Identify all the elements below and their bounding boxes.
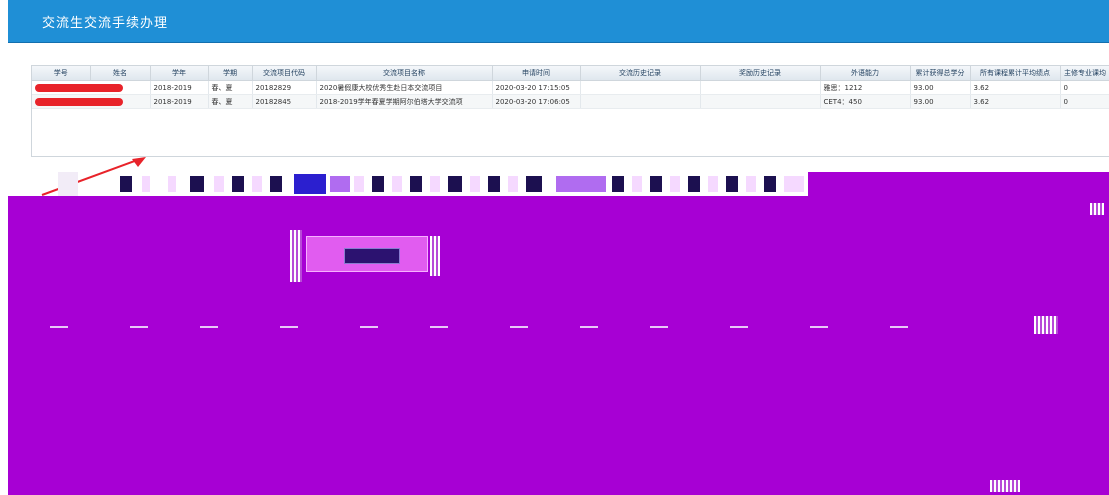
cell-total-credits: 93.00	[910, 94, 971, 109]
cell-exchange-history	[580, 80, 701, 95]
column-header-project-name[interactable]: 交流项目名称	[316, 66, 493, 81]
cell-major-avg: 0	[1060, 80, 1109, 95]
column-header-major-avg[interactable]: 主修专业课均	[1060, 66, 1109, 81]
cell-year: 2018-2019	[150, 94, 209, 109]
corrupted-region	[8, 196, 1109, 495]
glitch-region-top	[808, 172, 1109, 196]
column-header-gpa[interactable]: 所有课程累计平均绩点	[970, 66, 1061, 81]
exchange-table: 学号 姓名 学年 学期 交流项目代码 交流项目名称 申请时间 交流历史记录 奖励…	[32, 66, 1109, 109]
redaction-mark	[35, 83, 123, 92]
glitch-mark	[1090, 203, 1104, 215]
column-header-student-id[interactable]: 学号	[32, 66, 91, 81]
cell-project-name: 2018-2019学年春夏学期阿尔伯塔大学交流项	[316, 94, 493, 109]
cell-apply-time: 2020-03-20 17:15:05	[492, 80, 581, 95]
cell-project-code: 20182845	[252, 94, 317, 109]
redaction-mark	[35, 97, 123, 106]
column-header-year[interactable]: 学年	[150, 66, 209, 81]
glitch-pattern	[58, 172, 804, 196]
column-header-term[interactable]: 学期	[208, 66, 253, 81]
cell-project-name: 2020暑假康大校优秀生赴日本交流项目	[316, 80, 493, 95]
cell-exchange-history	[580, 94, 701, 109]
glitched-button[interactable]	[344, 248, 400, 264]
redacted-student-info	[32, 94, 151, 109]
cell-term: 春、夏	[208, 94, 253, 109]
glitch-mark	[430, 236, 440, 276]
column-header-project-code[interactable]: 交流项目代码	[252, 66, 317, 81]
cell-award-history	[700, 94, 821, 109]
column-header-language[interactable]: 外语能力	[820, 66, 911, 81]
page-title: 交流生交流手续办理	[42, 16, 169, 31]
cell-major-avg: 0	[1060, 94, 1109, 109]
glitch-mark	[290, 230, 302, 282]
cell-gpa: 3.62	[970, 94, 1061, 109]
column-header-name[interactable]: 姓名	[90, 66, 151, 81]
cell-year: 2018-2019	[150, 80, 209, 95]
table-header-row: 学号 姓名 学年 学期 交流项目代码 交流项目名称 申请时间 交流历史记录 奖励…	[32, 66, 1109, 81]
cell-award-history	[700, 80, 821, 95]
table-row[interactable]: 2018-2019 春、夏 20182845 2018-2019学年春夏学期阿尔…	[32, 94, 1109, 109]
cell-language: CET4：450	[820, 94, 911, 109]
column-header-apply-time[interactable]: 申请时间	[492, 66, 581, 81]
column-header-exchange-history[interactable]: 交流历史记录	[580, 66, 701, 81]
cell-project-code: 20182829	[252, 80, 317, 95]
glitch-dots	[50, 326, 950, 332]
cell-apply-time: 2020-03-20 17:06:05	[492, 94, 581, 109]
column-header-total-credits[interactable]: 累计获得总学分	[910, 66, 971, 81]
cell-gpa: 3.62	[970, 80, 1061, 95]
table-row[interactable]: 2018-2019 春、夏 20182829 2020暑假康大校优秀生赴日本交流…	[32, 80, 1109, 95]
glitch-mark	[990, 480, 1020, 492]
glitch-mark	[1034, 316, 1058, 334]
app-header: 交流生交流手续办理	[8, 0, 1109, 43]
data-grid: 学号 姓名 学年 学期 交流项目代码 交流项目名称 申请时间 交流历史记录 奖励…	[31, 65, 1109, 157]
cell-language: 雅思：1212	[820, 80, 911, 95]
redacted-student-info	[32, 80, 151, 95]
window-edge	[0, 0, 8, 495]
cell-term: 春、夏	[208, 80, 253, 95]
column-header-award-history[interactable]: 奖励历史记录	[700, 66, 821, 81]
cell-total-credits: 93.00	[910, 80, 971, 95]
